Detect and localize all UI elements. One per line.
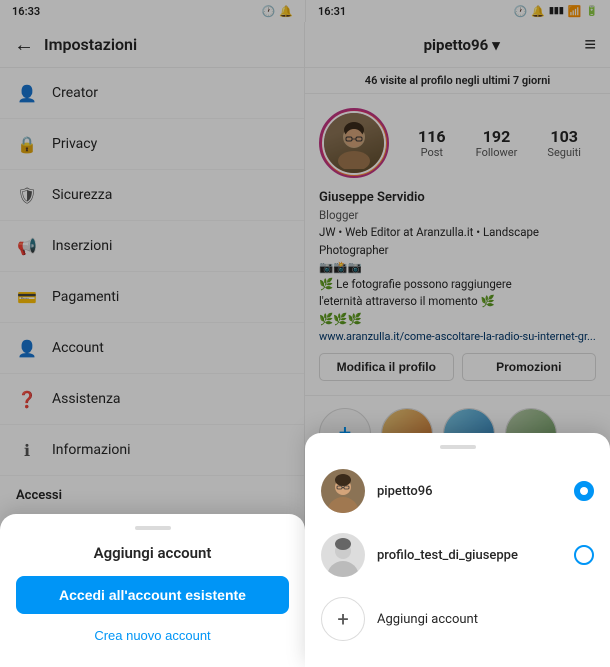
add-account-icon: + [321, 597, 365, 641]
assistenza-label: Assistenza [52, 391, 121, 407]
creator-label: Creator [52, 85, 98, 101]
sheet-title: Aggiungi account [16, 544, 289, 562]
seguiti-count: 103 [550, 127, 578, 146]
add-account-sheet: Aggiungi account Accedi all'account esis… [0, 514, 305, 667]
megaphone-icon: 📢 [16, 235, 38, 257]
shield-icon: 🛡 [16, 184, 38, 206]
informazioni-label: Informazioni [52, 442, 131, 458]
accessi-section: Accessi [0, 476, 304, 511]
profilo-test-name: profilo_test_di_giuseppe [377, 548, 574, 563]
pipetto-name: pipetto96 [377, 484, 574, 499]
username-text: pipetto96 [424, 36, 489, 54]
account-switcher-sheet: pipetto96 profilo_test_di_giuseppe + Agg… [305, 433, 610, 667]
help-icon: ❓ [16, 388, 38, 410]
person-circle-icon: 👤 [16, 337, 38, 359]
settings-item-pagamenti[interactable]: 💳 Pagamenti [0, 272, 304, 323]
battery-icon: 🔋 [586, 6, 598, 17]
right-bell-icon: 🔔 [531, 5, 545, 18]
settings-header: ← Impostazioni [0, 22, 304, 68]
bio-emoji2: 🌿🌿🌿 [319, 311, 596, 328]
follower-count: 192 [483, 127, 511, 146]
settings-item-sicurezza[interactable]: 🛡 Sicurezza [0, 170, 304, 221]
avatar [319, 108, 389, 178]
account-label: Account [52, 340, 104, 356]
right-time: 16:31 [318, 5, 346, 18]
right-clock-icon: 🕐 [514, 5, 528, 18]
post-label: Post [421, 146, 443, 159]
crea-account-button[interactable]: Crea nuovo account [16, 624, 289, 647]
settings-item-creator[interactable]: 👤 Creator [0, 68, 304, 119]
promozioni-button[interactable]: Promozioni [462, 353, 597, 381]
ig-header: pipetto96 ▾ ≡ [305, 22, 610, 68]
bio-line1: JW • Web Editor at Aranzulla.it • Landsc… [319, 224, 596, 259]
settings-item-account[interactable]: 👤 Account [0, 323, 304, 374]
bio-role: Blogger [319, 207, 596, 224]
bio-quote: 🌿 Le fotografie possono raggiungere [319, 276, 596, 293]
stat-follower: 192 Follower [476, 127, 518, 159]
settings-item-assistenza[interactable]: ❓ Assistenza [0, 374, 304, 425]
bio-link[interactable]: www.aranzulla.it/come-ascoltare-la-radio… [319, 330, 596, 343]
left-bell-icon: 🔔 [279, 5, 293, 18]
wifi-icon: 📶 [568, 5, 582, 18]
info-icon: ℹ [16, 439, 38, 461]
hamburger-icon[interactable]: ≡ [584, 32, 596, 57]
privacy-label: Privacy [52, 136, 97, 152]
sheet-handle [135, 526, 171, 530]
profilo-test-avatar [321, 533, 365, 577]
switcher-add-account[interactable]: + Aggiungi account [305, 587, 610, 651]
inserzioni-label: Inserzioni [52, 238, 112, 254]
post-count: 116 [418, 127, 446, 146]
settings-item-privacy[interactable]: 🔒 Privacy [0, 119, 304, 170]
pipetto-avatar [321, 469, 365, 513]
sicurezza-label: Sicurezza [52, 187, 112, 203]
bio-emoji: 📷📸📷 [319, 259, 596, 276]
chevron-down-icon: ▾ [492, 36, 500, 54]
account-item-profilo-test[interactable]: profilo_test_di_giuseppe [305, 523, 610, 587]
follower-label: Follower [476, 146, 518, 159]
account-item-pipetto[interactable]: pipetto96 [305, 459, 610, 523]
left-clock-icon: 🕐 [262, 5, 276, 18]
stat-seguiti: 103 Seguiti [547, 127, 581, 159]
profile-buttons: Modifica il profilo Promozioni [319, 353, 596, 381]
back-button[interactable]: ← [14, 32, 34, 57]
signal-icon: ▮▮▮ [549, 6, 564, 16]
settings-item-inserzioni[interactable]: 📢 Inserzioni [0, 221, 304, 272]
left-time: 16:33 [12, 5, 40, 18]
stat-post: 116 Post [418, 127, 446, 159]
lock-icon: 🔒 [16, 133, 38, 155]
visits-bar: 46 visite al profilo negli ultimi 7 gior… [305, 68, 610, 94]
profile-name: Giuseppe Servidio [319, 190, 596, 205]
seguiti-label: Seguiti [547, 146, 581, 159]
add-account-label: Aggiungi account [377, 612, 478, 627]
stats-row: 116 Post 192 Follower 103 Seguiti [403, 127, 596, 159]
switcher-handle [440, 445, 476, 449]
settings-item-informazioni[interactable]: ℹ Informazioni [0, 425, 304, 476]
pagamenti-label: Pagamenti [52, 289, 119, 305]
ig-username[interactable]: pipetto96 ▾ [424, 36, 500, 54]
bio-quote2: l'eternità attraverso il momento 🌿 [319, 293, 596, 310]
pipetto-radio [574, 481, 594, 501]
accedi-button[interactable]: Accedi all'account esistente [16, 576, 289, 614]
visits-count: 46 [365, 74, 378, 87]
card-icon: 💳 [16, 286, 38, 308]
person-icon: 👤 [16, 82, 38, 104]
settings-title: Impostazioni [44, 35, 137, 54]
modifica-button[interactable]: Modifica il profilo [319, 353, 454, 381]
profilo-test-radio [574, 545, 594, 565]
profile-info: 116 Post 192 Follower 103 Seguiti Gi [305, 94, 610, 395]
